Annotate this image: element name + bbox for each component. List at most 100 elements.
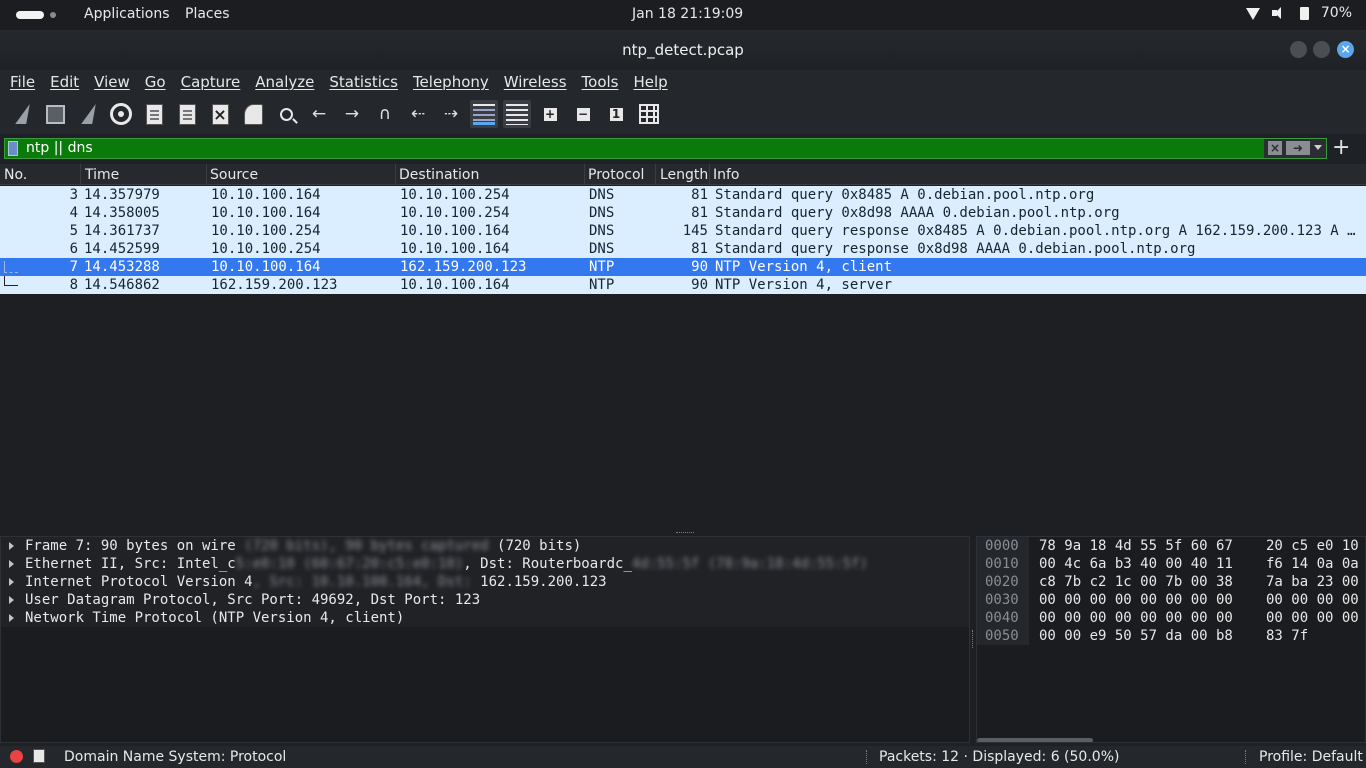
column-source[interactable]: Source — [210, 167, 258, 183]
expand-arrow-icon[interactable] — [9, 560, 14, 568]
start-capture-button[interactable] — [8, 100, 36, 128]
minimize-button[interactable] — [1290, 41, 1307, 58]
hex-row[interactable]: 0040 00 00 00 00 00 00 00 00 00 00 00 00 — [977, 609, 1365, 627]
battery-icon — [1299, 6, 1309, 20]
expand-arrow-icon[interactable] — [9, 542, 14, 550]
menu-edit[interactable]: Edit — [50, 70, 79, 94]
apply-filter-button[interactable]: ➜ — [1286, 141, 1310, 155]
close-window-button[interactable]: × — [1337, 41, 1354, 58]
packet-row-selected[interactable]: 7 14.453288 10.10.100.164 162.159.200.12… — [0, 258, 1366, 276]
packet-details-pane[interactable]: Frame 7: 90 bytes on wire (720 bits), 90… — [0, 536, 970, 743]
last-packet-button[interactable]: ⇢ — [437, 100, 465, 128]
menu-help[interactable]: Help — [633, 70, 667, 94]
reload-file-icon — [243, 103, 263, 125]
tree-item-label: Network Time Protocol (NTP Version 4, cl… — [25, 610, 405, 626]
first-packet-button[interactable]: ⇠ — [404, 100, 432, 128]
zoom-in-button[interactable]: + — [536, 100, 564, 128]
capture-options-button[interactable] — [107, 100, 135, 128]
packet-length: 81 — [691, 205, 708, 221]
open-file-button[interactable] — [140, 100, 168, 128]
save-file-button[interactable] — [173, 100, 201, 128]
column-protocol[interactable]: Protocol — [588, 167, 644, 183]
stop-capture-button[interactable] — [41, 100, 69, 128]
window-title-bar[interactable]: ntp_detect.pcap × — [0, 30, 1366, 70]
wifi-icon — [1245, 8, 1260, 20]
hex-row[interactable]: 0000 78 9a 18 4d 55 5f 60 67 20 c5 e0 10 — [977, 537, 1365, 555]
menu-capture[interactable]: Capture — [181, 70, 241, 94]
reload-file-button[interactable] — [239, 100, 267, 128]
expert-info-icon[interactable] — [10, 750, 23, 763]
packet-row[interactable]: 3 14.357979 10.10.100.164 10.10.100.254 … — [0, 186, 1366, 204]
packet-row[interactable]: 5 14.361737 10.10.100.254 10.10.100.164 … — [0, 222, 1366, 240]
ethernet-text-mid: , Dst: Routerboardc_ — [463, 556, 632, 572]
hex-row[interactable]: 0050 00 00 e9 50 57 da 00 b8 83 7f — [977, 627, 1365, 645]
resize-columns-button[interactable] — [635, 100, 663, 128]
expand-arrow-icon[interactable] — [9, 578, 14, 586]
bookmark-icon[interactable] — [8, 141, 18, 156]
packet-source: 10.10.100.254 — [211, 223, 321, 239]
hex-row[interactable]: 0010 00 4c 6a b3 40 00 40 11 f6 14 0a 0a — [977, 555, 1365, 573]
packet-row[interactable]: 8 14.546862 162.159.200.123 10.10.100.16… — [0, 276, 1366, 294]
hex-horizontal-scrollbar[interactable] — [977, 737, 1365, 742]
tree-item-ntp[interactable]: Network Time Protocol (NTP Version 4, cl… — [1, 609, 969, 627]
go-forward-button[interactable]: → — [338, 100, 366, 128]
resize-columns-icon — [639, 104, 659, 124]
menu-go[interactable]: Go — [145, 70, 166, 94]
scrollbar-thumb[interactable] — [977, 738, 1093, 742]
zoom-out-button[interactable]: − — [569, 100, 597, 128]
add-filter-button[interactable]: + — [1332, 135, 1350, 160]
hex-row[interactable]: 0030 00 00 00 00 00 00 00 00 00 00 00 00 — [977, 591, 1365, 609]
clear-filter-button[interactable]: × — [1268, 141, 1282, 155]
menu-tools[interactable]: Tools — [582, 70, 619, 94]
display-filter-input[interactable]: ntp || dns — [26, 140, 93, 156]
hex-offset: 0040 — [977, 609, 1029, 627]
menu-statistics[interactable]: Statistics — [329, 70, 398, 94]
packet-bytes-pane[interactable]: 0000 78 9a 18 4d 55 5f 60 67 20 c5 e0 10… — [976, 536, 1366, 743]
autoscroll-icon — [473, 103, 495, 125]
restart-capture-button[interactable] — [74, 100, 102, 128]
tree-item-frame[interactable]: Frame 7: 90 bytes on wire (720 bits), 90… — [1, 537, 969, 555]
tree-item-udp[interactable]: User Datagram Protocol, Src Port: 49692,… — [1, 591, 969, 609]
column-no[interactable]: No. — [4, 167, 27, 183]
packet-time: 14.357979 — [84, 187, 160, 203]
tree-item-ethernet[interactable]: Ethernet II, Src: Intel_c5:e0:10 (60:67:… — [1, 555, 969, 573]
workspace-dot-icon[interactable] — [50, 12, 56, 18]
menu-file[interactable]: File — [10, 70, 35, 94]
tree-item-ip[interactable]: Internet Protocol Version 4, Src: 10.10.… — [1, 573, 969, 591]
packet-row[interactable]: 6 14.452599 10.10.100.254 10.10.100.164 … — [0, 240, 1366, 258]
workspace-indicator-icon[interactable] — [16, 11, 44, 19]
autoscroll-button[interactable] — [470, 100, 498, 128]
packet-no: 4 — [69, 205, 78, 221]
capture-comment-icon[interactable] — [33, 749, 45, 763]
column-destination[interactable]: Destination — [399, 167, 479, 183]
packet-source: 162.159.200.123 — [211, 277, 338, 293]
column-time[interactable]: Time — [85, 167, 119, 183]
expand-arrow-icon[interactable] — [9, 614, 14, 622]
applications-menu[interactable]: Applications — [84, 6, 170, 22]
column-length[interactable]: Length — [660, 167, 708, 183]
redacted-text: (720 bits), 90 bytes captured — [244, 538, 489, 554]
system-tray[interactable]: 70% — [1245, 5, 1352, 21]
menu-analyze[interactable]: Analyze — [255, 70, 314, 94]
go-back-button[interactable]: ← — [305, 100, 333, 128]
status-profile[interactable]: Profile: Default — [1259, 749, 1363, 765]
packet-list[interactable]: No. Time Source Destination Protocol Len… — [0, 164, 1366, 530]
clock[interactable]: Jan 18 21:19:09 — [632, 6, 743, 22]
menu-wireless[interactable]: Wireless — [504, 70, 567, 94]
places-menu[interactable]: Places — [185, 6, 230, 22]
hex-row[interactable]: 0020 c8 7b c2 1c 00 7b 00 38 7a ba 23 00 — [977, 573, 1365, 591]
go-to-packet-button[interactable]: ∩ — [371, 100, 399, 128]
tree-item-label: Frame 7: 90 bytes on wire (720 bits), 90… — [25, 537, 581, 555]
expand-arrow-icon[interactable] — [9, 596, 14, 604]
menu-telephony[interactable]: Telephony — [413, 70, 489, 94]
menu-view[interactable]: View — [94, 70, 130, 94]
filter-history-dropdown-icon[interactable] — [1314, 145, 1322, 150]
maximize-button[interactable] — [1313, 41, 1330, 58]
close-file-button[interactable]: × — [206, 100, 234, 128]
ethernet-text: Ethernet II, Src: Intel_c — [25, 556, 236, 572]
packet-row[interactable]: 4 14.358005 10.10.100.164 10.10.100.254 … — [0, 204, 1366, 222]
colorize-button[interactable] — [503, 100, 531, 128]
find-packet-button[interactable] — [272, 100, 300, 128]
column-info[interactable]: Info — [713, 167, 740, 183]
normal-size-button[interactable]: 1 — [602, 100, 630, 128]
